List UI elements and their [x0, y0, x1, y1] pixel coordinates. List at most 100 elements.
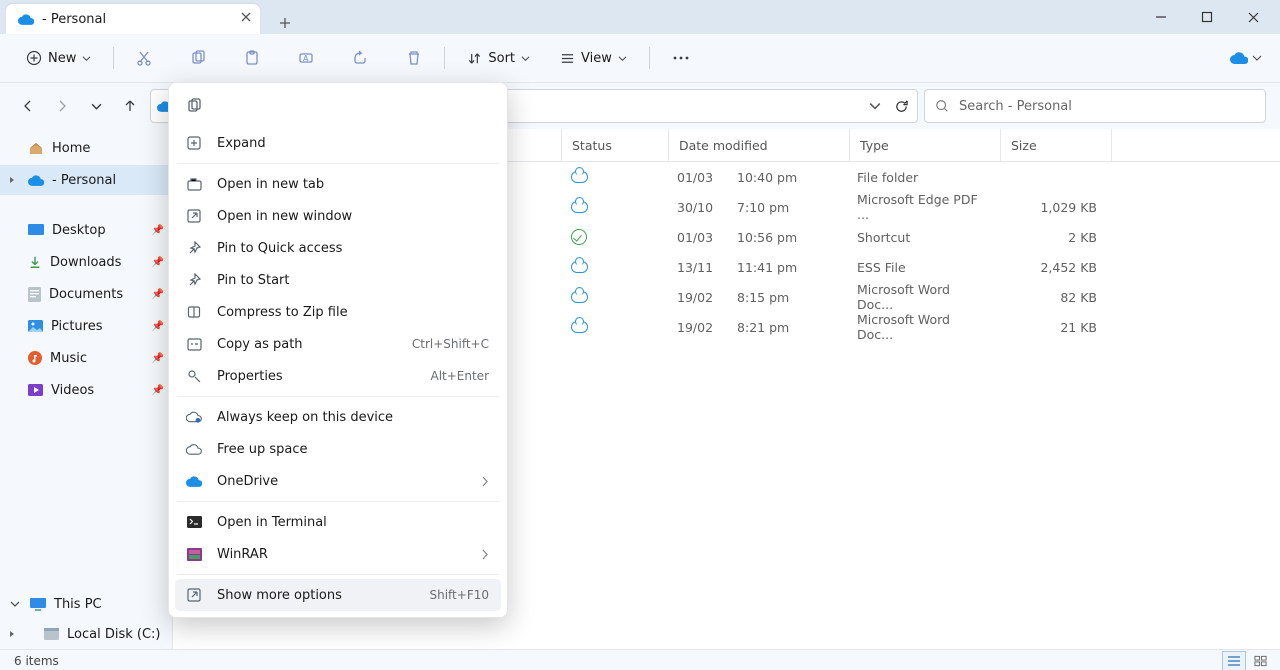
- ctx-onedrive[interactable]: OneDrive: [175, 465, 501, 497]
- forward-button[interactable]: [48, 92, 76, 120]
- shortcut-label: Alt+Enter: [430, 369, 489, 383]
- desktop-icon: [28, 224, 44, 236]
- share-button[interactable]: [344, 44, 376, 72]
- up-button[interactable]: [116, 92, 144, 120]
- videos-icon: [28, 384, 43, 396]
- pin-icon: 📌: [152, 321, 164, 332]
- sidebar-this-pc[interactable]: This PC: [0, 589, 172, 619]
- onedrive-icon: [185, 476, 203, 487]
- cloud-icon: [185, 444, 203, 455]
- chevron-down-icon[interactable]: [1252, 53, 1262, 63]
- more-options-icon: [185, 588, 203, 602]
- ctx-open-terminal[interactable]: Open in Terminal: [175, 506, 501, 538]
- documents-icon: [28, 287, 41, 302]
- sidebar-home[interactable]: Home: [0, 133, 172, 163]
- more-button[interactable]: [664, 44, 698, 72]
- pc-icon: [30, 598, 46, 611]
- music-icon: [28, 351, 42, 365]
- ctx-pin-start[interactable]: Pin to Start: [175, 264, 501, 296]
- sidebar-desktop[interactable]: Desktop📌: [0, 215, 172, 245]
- synced-icon: [571, 229, 587, 245]
- window-icon: [185, 209, 203, 223]
- ctx-free-up-space[interactable]: Free up space: [175, 433, 501, 465]
- new-button[interactable]: New: [18, 44, 99, 72]
- onedrive-icon: [18, 14, 34, 25]
- home-icon: [28, 140, 44, 156]
- winrar-icon: [185, 548, 203, 561]
- close-tab-icon[interactable]: [240, 11, 252, 23]
- col-type[interactable]: Type: [850, 129, 1001, 161]
- close-window-button[interactable]: [1230, 0, 1276, 34]
- address-chevron-icon[interactable]: [869, 100, 881, 112]
- ctx-compress-zip[interactable]: Compress to Zip file: [175, 296, 501, 328]
- paste-button[interactable]: [236, 44, 268, 72]
- back-button[interactable]: [14, 92, 42, 120]
- ctx-show-more-options[interactable]: Show more options Shift+F10: [175, 579, 501, 611]
- ctx-winrar[interactable]: WinRAR: [175, 538, 501, 570]
- minimize-button[interactable]: [1138, 0, 1184, 34]
- ctx-always-keep[interactable]: Always keep on this device: [175, 401, 501, 433]
- ctx-properties[interactable]: Properties Alt+Enter: [175, 360, 501, 392]
- col-status[interactable]: Status: [562, 129, 669, 161]
- command-bar: New A Sort View: [0, 34, 1280, 83]
- view-button[interactable]: View: [552, 45, 635, 72]
- copy-path-icon: [185, 338, 203, 351]
- chevron-down-icon[interactable]: [10, 599, 20, 609]
- col-date[interactable]: Date modified: [669, 129, 850, 161]
- tab-title: - Personal: [42, 12, 106, 27]
- cloud-icon: [571, 321, 588, 333]
- search-icon: [935, 99, 949, 113]
- open-icon: [185, 98, 203, 114]
- sidebar-local-disk[interactable]: Local Disk (C:): [0, 619, 172, 649]
- cut-button[interactable]: [128, 44, 160, 72]
- chevron-right-icon: [481, 549, 489, 560]
- sidebar-documents[interactable]: Documents📌: [0, 279, 172, 309]
- sidebar-music[interactable]: Music📌: [0, 343, 172, 373]
- sidebar-pictures[interactable]: Pictures📌: [0, 311, 172, 341]
- pin-icon: 📌: [152, 289, 164, 300]
- terminal-icon: [185, 516, 203, 528]
- sidebar-onedrive-personal[interactable]: - Personal: [0, 165, 172, 195]
- chevron-down-icon: [82, 54, 91, 63]
- rename-button[interactable]: A: [290, 44, 322, 72]
- onedrive-status-icon[interactable]: [1230, 52, 1248, 64]
- drive-icon: [44, 628, 59, 640]
- recent-button[interactable]: [82, 92, 110, 120]
- window-tab[interactable]: - Personal: [6, 4, 260, 34]
- ctx-open-new-window[interactable]: Open in new window: [175, 200, 501, 232]
- ctx-pin-quick-access[interactable]: Pin to Quick access: [175, 232, 501, 264]
- ctx-expand[interactable]: Expand: [175, 127, 501, 159]
- delete-button[interactable]: [398, 44, 430, 72]
- tab-icon: [185, 178, 203, 191]
- svg-text:A: A: [303, 54, 309, 63]
- sidebar-downloads[interactable]: Downloads📌: [0, 247, 172, 277]
- sort-label: Sort: [488, 51, 515, 66]
- pin-icon: 📌: [152, 225, 164, 236]
- context-menu: Expand Open in new tab Open in new windo…: [168, 82, 508, 618]
- cloud-icon: [571, 171, 588, 183]
- ctx-copy-as-path[interactable]: Copy as path Ctrl+Shift+C: [175, 328, 501, 360]
- properties-icon: [185, 369, 203, 384]
- sort-button[interactable]: Sort: [459, 45, 538, 72]
- copy-button[interactable]: [182, 44, 214, 72]
- new-tab-button[interactable]: [278, 16, 292, 30]
- onedrive-icon: [28, 175, 44, 186]
- title-bar: - Personal: [0, 0, 1280, 34]
- search-input[interactable]: Search - Personal: [924, 89, 1266, 123]
- ctx-open-location[interactable]: [181, 93, 207, 119]
- zip-icon: [185, 305, 203, 319]
- sidebar-videos[interactable]: Videos📌: [0, 375, 172, 405]
- ctx-open-new-tab[interactable]: Open in new tab: [175, 168, 501, 200]
- downloads-icon: [28, 255, 42, 269]
- shortcut-label: Ctrl+Shift+C: [412, 337, 489, 351]
- cloud-icon: [571, 291, 588, 303]
- col-size[interactable]: Size: [1001, 129, 1112, 161]
- refresh-button[interactable]: [894, 99, 909, 114]
- maximize-button[interactable]: [1184, 0, 1230, 34]
- details-view-toggle[interactable]: [1222, 651, 1246, 670]
- pin-icon: 📌: [152, 353, 164, 364]
- status-bar: 6 items: [0, 649, 1280, 670]
- pin-icon: 📌: [152, 257, 164, 268]
- new-label: New: [48, 51, 76, 66]
- thumbnails-view-toggle[interactable]: [1248, 651, 1272, 670]
